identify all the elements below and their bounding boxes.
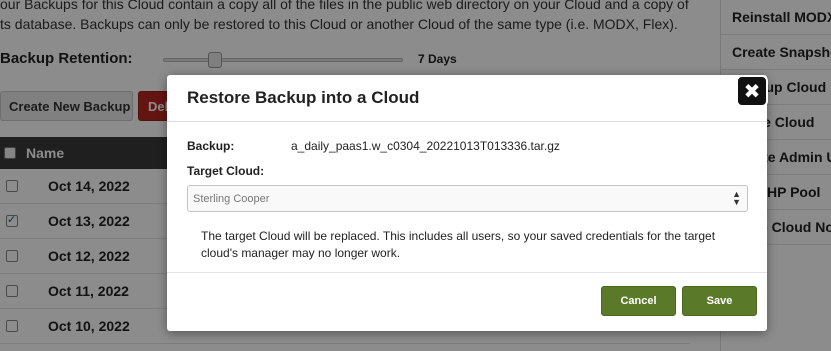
target-cloud-label: Target Cloud: — [187, 164, 265, 178]
target-cloud-select[interactable]: Sterling Cooper ▲ ▼ — [187, 185, 748, 212]
save-button[interactable]: Save — [682, 286, 757, 316]
dialog-footer-divider — [167, 272, 767, 273]
backup-filename: a_daily_paas1.w_c0304_20221013T013336.ta… — [291, 139, 560, 153]
restore-backup-dialog: Restore Backup into a Cloud ✖ Backup: a_… — [167, 75, 768, 331]
close-icon[interactable]: ✖ — [736, 75, 768, 107]
select-arrows-icon: ▲ ▼ — [732, 189, 741, 207]
dialog-title: Restore Backup into a Cloud — [187, 88, 420, 107]
target-cloud-value: Sterling Cooper — [193, 192, 270, 205]
warning-message: The target Cloud will be replaced. This … — [201, 229, 716, 260]
backup-label: Backup: — [187, 139, 235, 153]
dialog-divider — [167, 121, 767, 122]
cancel-button[interactable]: Cancel — [601, 286, 676, 316]
